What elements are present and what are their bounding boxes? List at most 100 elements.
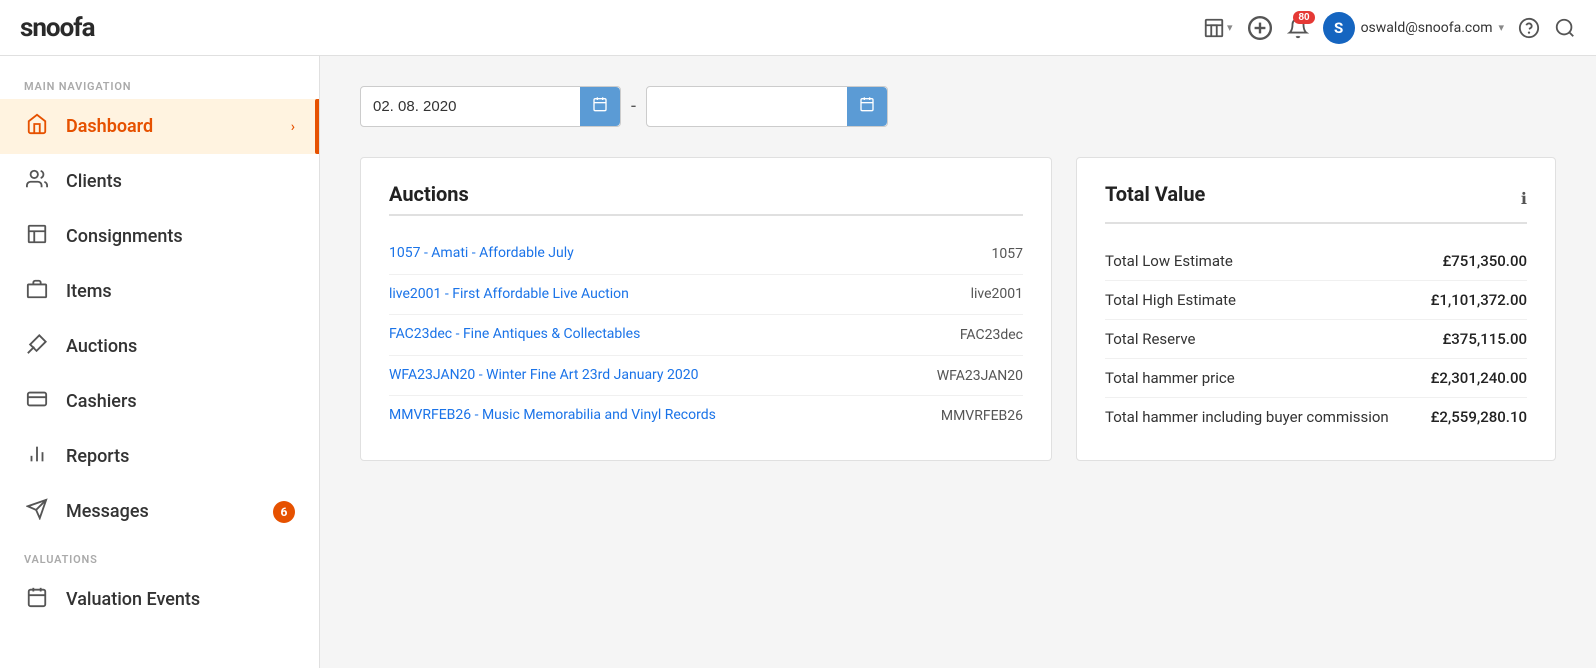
- total-card-divider: [1105, 222, 1527, 224]
- date-end-calendar-button[interactable]: [847, 87, 887, 126]
- auction-list-item: FAC23dec - Fine Antiques & Collectables …: [389, 315, 1023, 356]
- auction-code: WFA23JAN20: [937, 368, 1023, 384]
- total-value-card: Total Value ℹ Total Low Estimate £751,35…: [1076, 157, 1556, 461]
- main-content: - Auctions 1057 - Amati - Affordable Jul…: [320, 56, 1596, 668]
- sidebar-item-cashiers-label: Cashiers: [66, 391, 295, 412]
- auction-list-item: MMVRFEB26 - Music Memorabilia and Vinyl …: [389, 396, 1023, 436]
- auction-code: MMVRFEB26: [941, 408, 1023, 424]
- valuations-section-label: VALUATIONS: [0, 539, 319, 572]
- total-value-title: Total Value: [1105, 182, 1205, 206]
- auctions-card-divider: [389, 214, 1023, 216]
- sidebar-item-auctions-label: Auctions: [66, 336, 295, 357]
- items-icon: [24, 278, 50, 305]
- total-row-value: £2,301,240.00: [1431, 369, 1527, 387]
- sidebar-item-clients[interactable]: Clients: [0, 154, 319, 209]
- total-value-row: Total hammer including buyer commission …: [1105, 398, 1527, 436]
- date-end-wrap: [646, 86, 888, 127]
- add-button[interactable]: [1247, 15, 1273, 41]
- help-icon: [1518, 17, 1540, 39]
- auction-link[interactable]: WFA23JAN20 - Winter Fine Art 23rd Januar…: [389, 366, 921, 386]
- auction-code: FAC23dec: [960, 327, 1023, 343]
- auction-list: 1057 - Amati - Affordable July 1057 live…: [389, 234, 1023, 436]
- sidebar-item-auctions[interactable]: Auctions: [0, 319, 319, 374]
- date-start-input[interactable]: [373, 98, 572, 115]
- date-range-row: -: [360, 86, 1556, 127]
- total-value-row: Total High Estimate £1,101,372.00: [1105, 281, 1527, 320]
- help-button[interactable]: [1518, 17, 1540, 39]
- auctions-card-title: Auctions: [389, 182, 1023, 206]
- building-button[interactable]: ▾: [1203, 17, 1233, 39]
- sidebar-item-items[interactable]: Items: [0, 264, 319, 319]
- header-right: ▾ 80 S oswald@snoofa.com ▾: [1203, 12, 1576, 44]
- sidebar-item-reports-label: Reports: [66, 446, 295, 467]
- sidebar-item-dashboard-label: Dashboard: [66, 116, 275, 137]
- sidebar-item-valuation-events-label: Valuation Events: [66, 589, 295, 610]
- building-icon: [1203, 17, 1225, 39]
- user-email: oswald@snoofa.com: [1361, 20, 1493, 36]
- house-icon: [24, 113, 50, 140]
- cards-row: Auctions 1057 - Amati - Affordable July …: [360, 157, 1556, 461]
- search-icon: [1554, 17, 1576, 39]
- auction-link[interactable]: MMVRFEB26 - Music Memorabilia and Vinyl …: [389, 406, 925, 426]
- total-row-label: Total Low Estimate: [1105, 252, 1233, 270]
- user-menu[interactable]: S oswald@snoofa.com ▾: [1323, 12, 1504, 44]
- auction-code: live2001: [971, 286, 1023, 302]
- auctions-card: Auctions 1057 - Amati - Affordable July …: [360, 157, 1052, 461]
- auction-link[interactable]: FAC23dec - Fine Antiques & Collectables: [389, 325, 944, 345]
- sidebar-item-reports[interactable]: Reports: [0, 429, 319, 484]
- add-icon: [1247, 15, 1273, 41]
- total-value-row: Total Reserve £375,115.00: [1105, 320, 1527, 359]
- nav-section-label: MAIN NAVIGATION: [0, 66, 319, 99]
- notifications-button[interactable]: 80: [1287, 17, 1309, 39]
- total-row-value: £1,101,372.00: [1431, 291, 1527, 309]
- total-value-row: Total hammer price £2,301,240.00: [1105, 359, 1527, 398]
- clients-icon: [24, 168, 50, 195]
- logo: snoofa: [20, 13, 95, 43]
- messages-icon: [24, 498, 50, 525]
- total-row-value: £2,559,280.10: [1431, 408, 1527, 426]
- info-icon[interactable]: ℹ: [1521, 189, 1527, 208]
- date-start-wrap: [360, 86, 621, 127]
- calendar-start-icon: [592, 96, 608, 112]
- calendar-end-icon: [859, 96, 875, 112]
- sidebar-item-valuation-events[interactable]: Valuation Events: [0, 572, 319, 627]
- user-chevron-icon: ▾: [1498, 21, 1504, 34]
- sidebar: MAIN NAVIGATION Dashboard › Clients Cons…: [0, 56, 320, 668]
- sidebar-item-cashiers[interactable]: Cashiers: [0, 374, 319, 429]
- auction-list-item: WFA23JAN20 - Winter Fine Art 23rd Januar…: [389, 356, 1023, 397]
- total-card-header: Total Value ℹ: [1105, 182, 1527, 214]
- date-start-calendar-button[interactable]: [580, 87, 620, 126]
- avatar: S: [1323, 12, 1355, 44]
- total-row-value: £375,115.00: [1442, 330, 1527, 348]
- main-layout: MAIN NAVIGATION Dashboard › Clients Cons…: [0, 56, 1596, 668]
- consignments-icon: [24, 223, 50, 250]
- messages-badge: 6: [273, 501, 295, 523]
- auction-link[interactable]: live2001 - First Affordable Live Auction: [389, 285, 955, 305]
- total-row-label: Total hammer price: [1105, 369, 1235, 387]
- total-rows: Total Low Estimate £751,350.00 Total Hig…: [1105, 242, 1527, 436]
- sidebar-item-messages[interactable]: Messages 6: [0, 484, 319, 539]
- total-value-row: Total Low Estimate £751,350.00: [1105, 242, 1527, 281]
- reports-icon: [24, 443, 50, 470]
- sidebar-item-dashboard[interactable]: Dashboard ›: [0, 99, 319, 154]
- auctions-icon: [24, 333, 50, 360]
- auction-link[interactable]: 1057 - Amati - Affordable July: [389, 244, 976, 264]
- sidebar-item-messages-label: Messages: [66, 501, 257, 522]
- sidebar-item-items-label: Items: [66, 281, 295, 302]
- cashiers-icon: [24, 388, 50, 415]
- total-row-label: Total High Estimate: [1105, 291, 1236, 309]
- sidebar-item-consignments-label: Consignments: [66, 226, 295, 247]
- dashboard-chevron-icon: ›: [291, 119, 295, 135]
- sidebar-item-clients-label: Clients: [66, 171, 295, 192]
- search-button[interactable]: [1554, 17, 1576, 39]
- date-end-input[interactable]: [659, 98, 839, 115]
- total-row-value: £751,350.00: [1442, 252, 1527, 270]
- sidebar-item-consignments[interactable]: Consignments: [0, 209, 319, 264]
- notification-count: 80: [1293, 11, 1314, 24]
- calendar-icon: [24, 586, 50, 613]
- date-separator: -: [631, 96, 636, 117]
- top-header: snoofa ▾ 80 S oswald@snoofa.com ▾: [0, 0, 1596, 56]
- total-row-label: Total hammer including buyer commission: [1105, 408, 1389, 426]
- auction-code: 1057: [992, 246, 1023, 262]
- auction-list-item: 1057 - Amati - Affordable July 1057: [389, 234, 1023, 275]
